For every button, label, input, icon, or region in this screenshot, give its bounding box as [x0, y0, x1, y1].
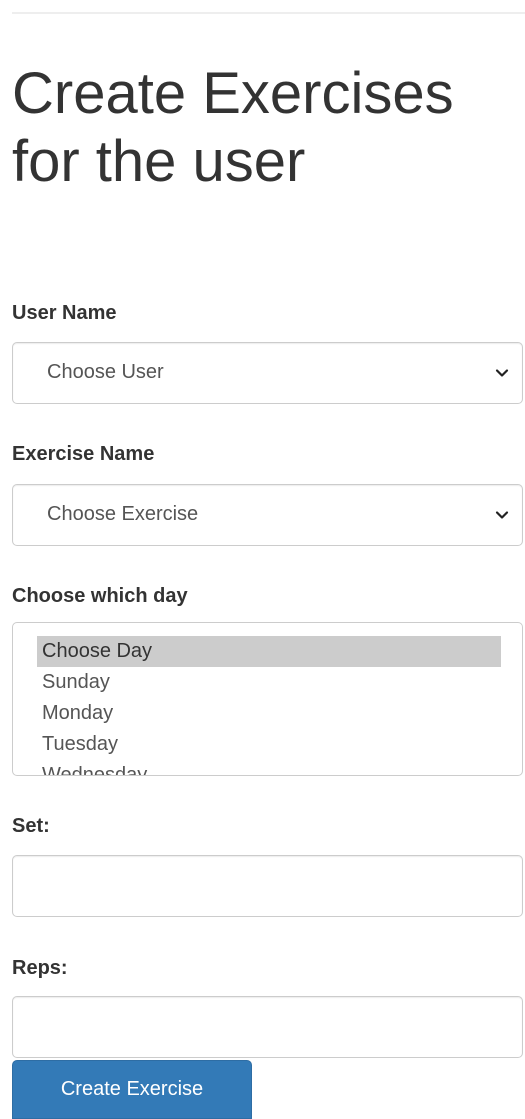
day-option[interactable]: Sunday: [37, 667, 501, 698]
top-divider: [12, 12, 525, 14]
exercise-select[interactable]: Choose Exercise: [12, 484, 523, 546]
create-exercise-page: Create Exercises for the user User Name …: [0, 0, 525, 1119]
user-select[interactable]: Choose User: [12, 342, 523, 404]
day-option[interactable]: Tuesday: [37, 729, 501, 760]
user-select-value: Choose User: [47, 361, 164, 383]
day-listbox[interactable]: Choose Day Sunday Monday Tuesday Wednesd…: [12, 622, 523, 776]
choose-day-label: Choose which day: [12, 585, 188, 607]
set-input[interactable]: [12, 855, 523, 917]
user-name-label: User Name: [12, 302, 117, 324]
exercise-name-label: Exercise Name: [12, 443, 155, 465]
chevron-down-icon: [495, 511, 509, 519]
page-title: Create Exercises for the user: [12, 61, 454, 194]
reps-label: Reps:: [12, 957, 68, 979]
reps-input[interactable]: [12, 996, 523, 1058]
day-option[interactable]: Monday: [37, 698, 501, 729]
create-exercise-button[interactable]: Create Exercise: [12, 1060, 252, 1119]
set-label: Set:: [12, 815, 50, 837]
day-option[interactable]: Wednesday: [37, 760, 501, 775]
exercise-select-value: Choose Exercise: [47, 503, 199, 525]
chevron-down-icon: [495, 369, 509, 377]
day-option[interactable]: Choose Day: [37, 636, 501, 667]
